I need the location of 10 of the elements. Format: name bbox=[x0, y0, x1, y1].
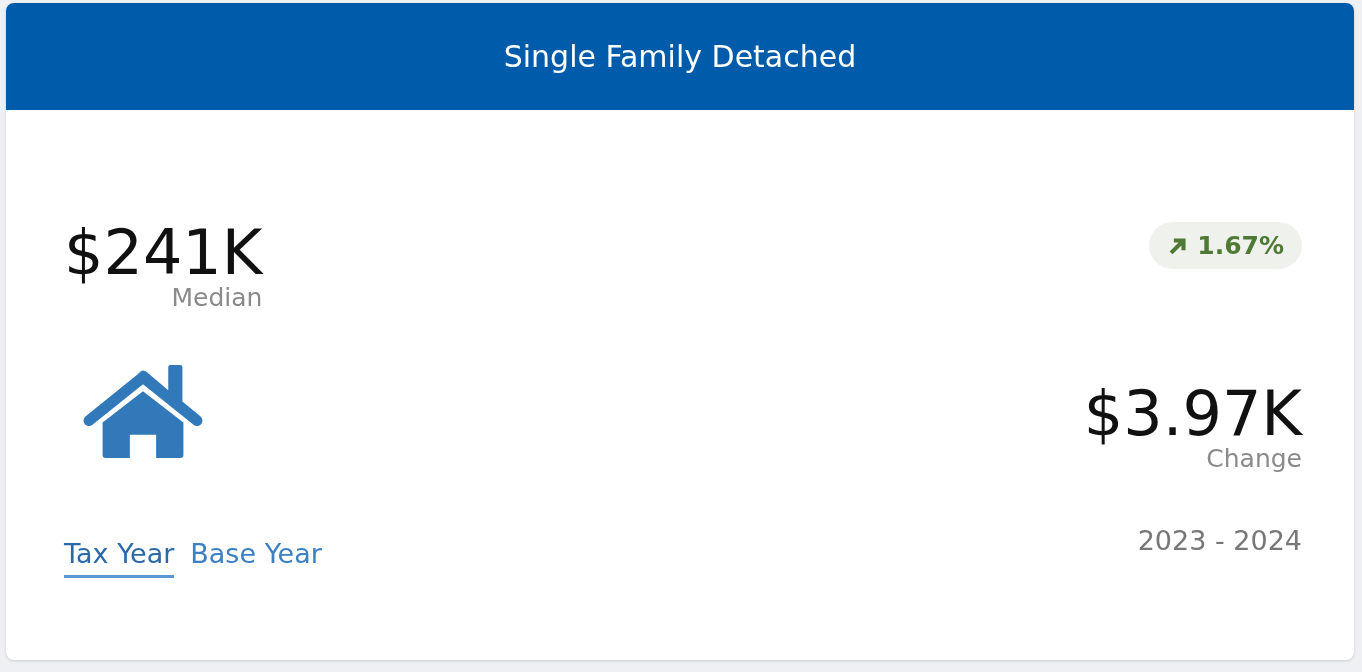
year-tab[interactable]: Base Year bbox=[190, 537, 322, 578]
change-label: Change bbox=[1206, 445, 1302, 473]
median-value: $241K bbox=[64, 222, 263, 284]
period-text: 2023 - 2024 bbox=[1137, 524, 1302, 556]
median-label: Median bbox=[171, 284, 263, 312]
change-badge: 1.67% bbox=[1149, 222, 1302, 269]
year-tab[interactable]: Tax Year bbox=[64, 537, 175, 578]
card-title: Single Family Detached bbox=[503, 39, 857, 74]
house-icon bbox=[82, 363, 204, 460]
change-value: $3.97K bbox=[1083, 383, 1302, 445]
